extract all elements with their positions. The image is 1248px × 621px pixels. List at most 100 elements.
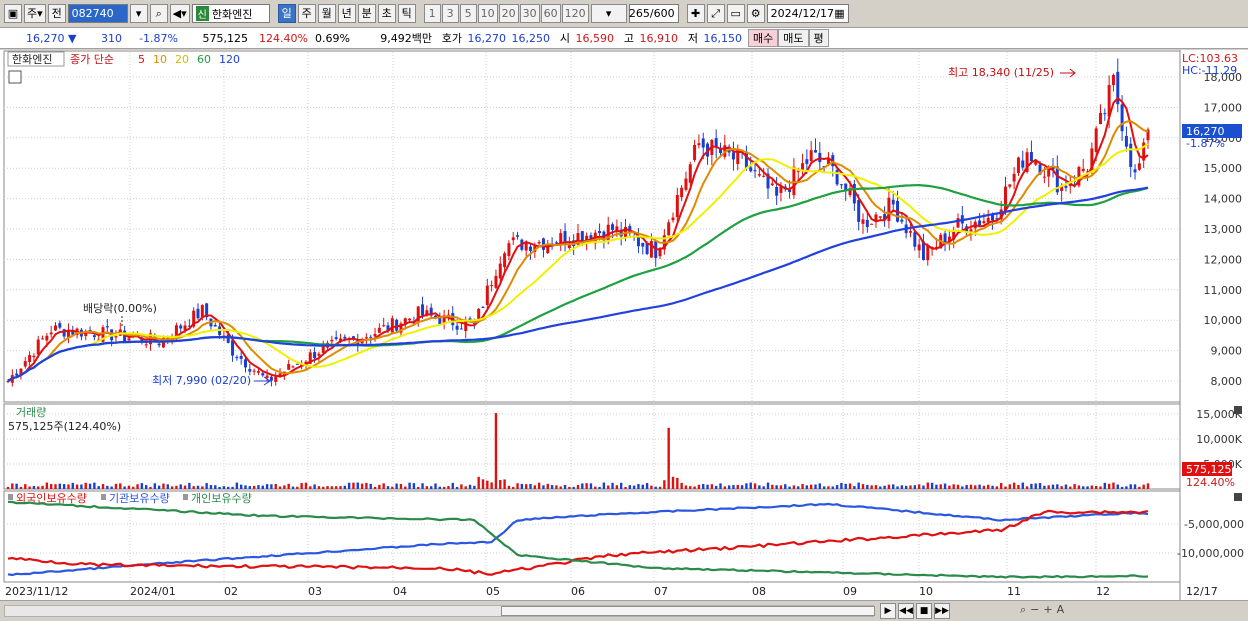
- candle-body: [274, 376, 278, 382]
- prev-button[interactable]: 전: [47, 4, 66, 23]
- volume-bar: [373, 486, 377, 489]
- candle-body: [235, 357, 239, 359]
- volume-bar: [408, 482, 411, 489]
- candle-body: [334, 337, 338, 340]
- fast-back-icon[interactable]: ◀◀: [898, 603, 914, 619]
- volume-bar: [1030, 483, 1033, 489]
- period-tab[interactable]: 초: [377, 4, 396, 23]
- crosshair-icon[interactable]: ✚: [686, 4, 705, 23]
- stop-icon[interactable]: ■: [916, 603, 932, 619]
- volume-bar: [930, 482, 934, 489]
- legend-ma-10: 10: [153, 53, 167, 66]
- zoom-in-icon[interactable]: +: [1043, 603, 1052, 617]
- scroll-right-icon[interactable]: ▶: [880, 603, 896, 619]
- search-icon[interactable]: ⌕: [149, 4, 168, 23]
- volume-bar: [54, 484, 57, 489]
- stock-name-field[interactable]: 신 한화엔진: [191, 4, 270, 23]
- calendar-icon[interactable]: ▦: [834, 7, 844, 20]
- candle-body: [28, 355, 32, 362]
- date-field[interactable]: 2024/12/17 ▦: [766, 4, 849, 23]
- period-tab[interactable]: 분: [357, 4, 376, 23]
- interval-tab[interactable]: 60: [540, 4, 561, 23]
- low-label: 저: [687, 32, 698, 45]
- period-tab[interactable]: 일: [277, 4, 296, 23]
- save-icon[interactable]: ▭: [726, 4, 745, 23]
- volume-bar: [369, 483, 372, 489]
- holding-axis-label: -5,000,000: [1184, 518, 1244, 531]
- legend-ma-5: 5: [138, 53, 145, 66]
- candle-body: [554, 242, 558, 244]
- interval-tab[interactable]: 20: [498, 4, 519, 23]
- volume-bar: [494, 413, 498, 489]
- candle-body: [559, 233, 563, 244]
- interval-tab[interactable]: 5: [459, 4, 477, 23]
- period-tab[interactable]: 년: [337, 4, 356, 23]
- candle-body: [757, 173, 761, 176]
- volume-bar: [1069, 486, 1072, 489]
- interval-tab[interactable]: 3: [441, 4, 459, 23]
- scrollbar-thumb[interactable]: [501, 606, 875, 616]
- volume-bar: [278, 486, 282, 489]
- volume-bar: [844, 483, 847, 489]
- avg-button[interactable]: 평: [808, 29, 829, 47]
- volume-bar: [1107, 483, 1111, 489]
- period-tab[interactable]: 틱: [397, 4, 416, 23]
- volume-bar: [1094, 485, 1098, 489]
- interval-tab[interactable]: 10: [477, 4, 498, 23]
- chart-background: [0, 50, 1248, 602]
- volume-bar: [136, 484, 139, 489]
- candle-body: [1129, 143, 1133, 167]
- candle-body: [330, 339, 334, 342]
- volume-bar: [192, 486, 195, 489]
- gear-icon[interactable]: ⚙: [746, 4, 765, 23]
- bottom-bar: ▶ ◀◀ ■ ▶▶ ⌕ − + A: [0, 600, 1248, 621]
- date-axis-label: 12: [1096, 585, 1110, 598]
- volume-bar: [956, 484, 960, 489]
- volume-bar: [45, 482, 49, 489]
- interval-tab[interactable]: 30: [519, 4, 540, 23]
- date-axis-label: 07: [654, 585, 668, 598]
- volume-bar: [710, 484, 714, 489]
- candle-body: [23, 361, 27, 367]
- fast-forward-icon[interactable]: ▶▶: [934, 603, 950, 619]
- candle-body: [369, 336, 373, 338]
- text-icon[interactable]: A: [1057, 603, 1065, 617]
- code-dropdown-icon[interactable]: ▾: [129, 4, 148, 23]
- buy-button[interactable]: 매수: [748, 29, 779, 47]
- interval-tab[interactable]: 120: [561, 4, 589, 23]
- page-count-field[interactable]: 265/600: [628, 4, 679, 23]
- stock-code-input[interactable]: 082740: [67, 4, 128, 23]
- volume-bar: [870, 485, 873, 489]
- sell-button[interactable]: 매도: [778, 29, 809, 47]
- candle-body: [364, 337, 368, 339]
- stock-chart[interactable]: 18,00017,00016,00015,00014,00013,00012,0…: [0, 50, 1248, 602]
- zoom-icon[interactable]: ⌕: [1020, 603, 1026, 617]
- candle-body: [408, 318, 412, 321]
- candle-body: [982, 221, 986, 224]
- volume-bar: [162, 483, 165, 489]
- date-axis-label: 10: [919, 585, 933, 598]
- volume-bar: [594, 486, 597, 489]
- period-tab[interactable]: 주: [297, 4, 316, 23]
- chart-scrollbar[interactable]: [4, 605, 875, 617]
- candle-body: [1008, 184, 1012, 187]
- layout-icon[interactable]: ▣: [4, 4, 22, 23]
- candle-body: [494, 275, 498, 288]
- candle-body: [1120, 104, 1124, 132]
- candle-body: [731, 152, 735, 160]
- candle-body: [636, 237, 640, 247]
- volume-bar: [516, 483, 519, 489]
- type-select[interactable]: 주 ▾: [24, 4, 46, 23]
- sound-icon[interactable]: ◀▾: [169, 4, 190, 23]
- draw-icon[interactable]: ⤢: [706, 4, 725, 23]
- zoom-out-icon[interactable]: −: [1030, 603, 1039, 617]
- candle-body: [41, 338, 45, 340]
- volume-bar: [995, 486, 999, 489]
- volume-bar: [196, 485, 200, 489]
- interval-tab[interactable]: 1: [423, 4, 441, 23]
- volume-bar: [935, 484, 938, 489]
- period-tab[interactable]: 월: [317, 4, 336, 23]
- interval-input[interactable]: ▾: [590, 4, 627, 23]
- volume-bar: [524, 484, 528, 489]
- candle-body: [978, 220, 982, 226]
